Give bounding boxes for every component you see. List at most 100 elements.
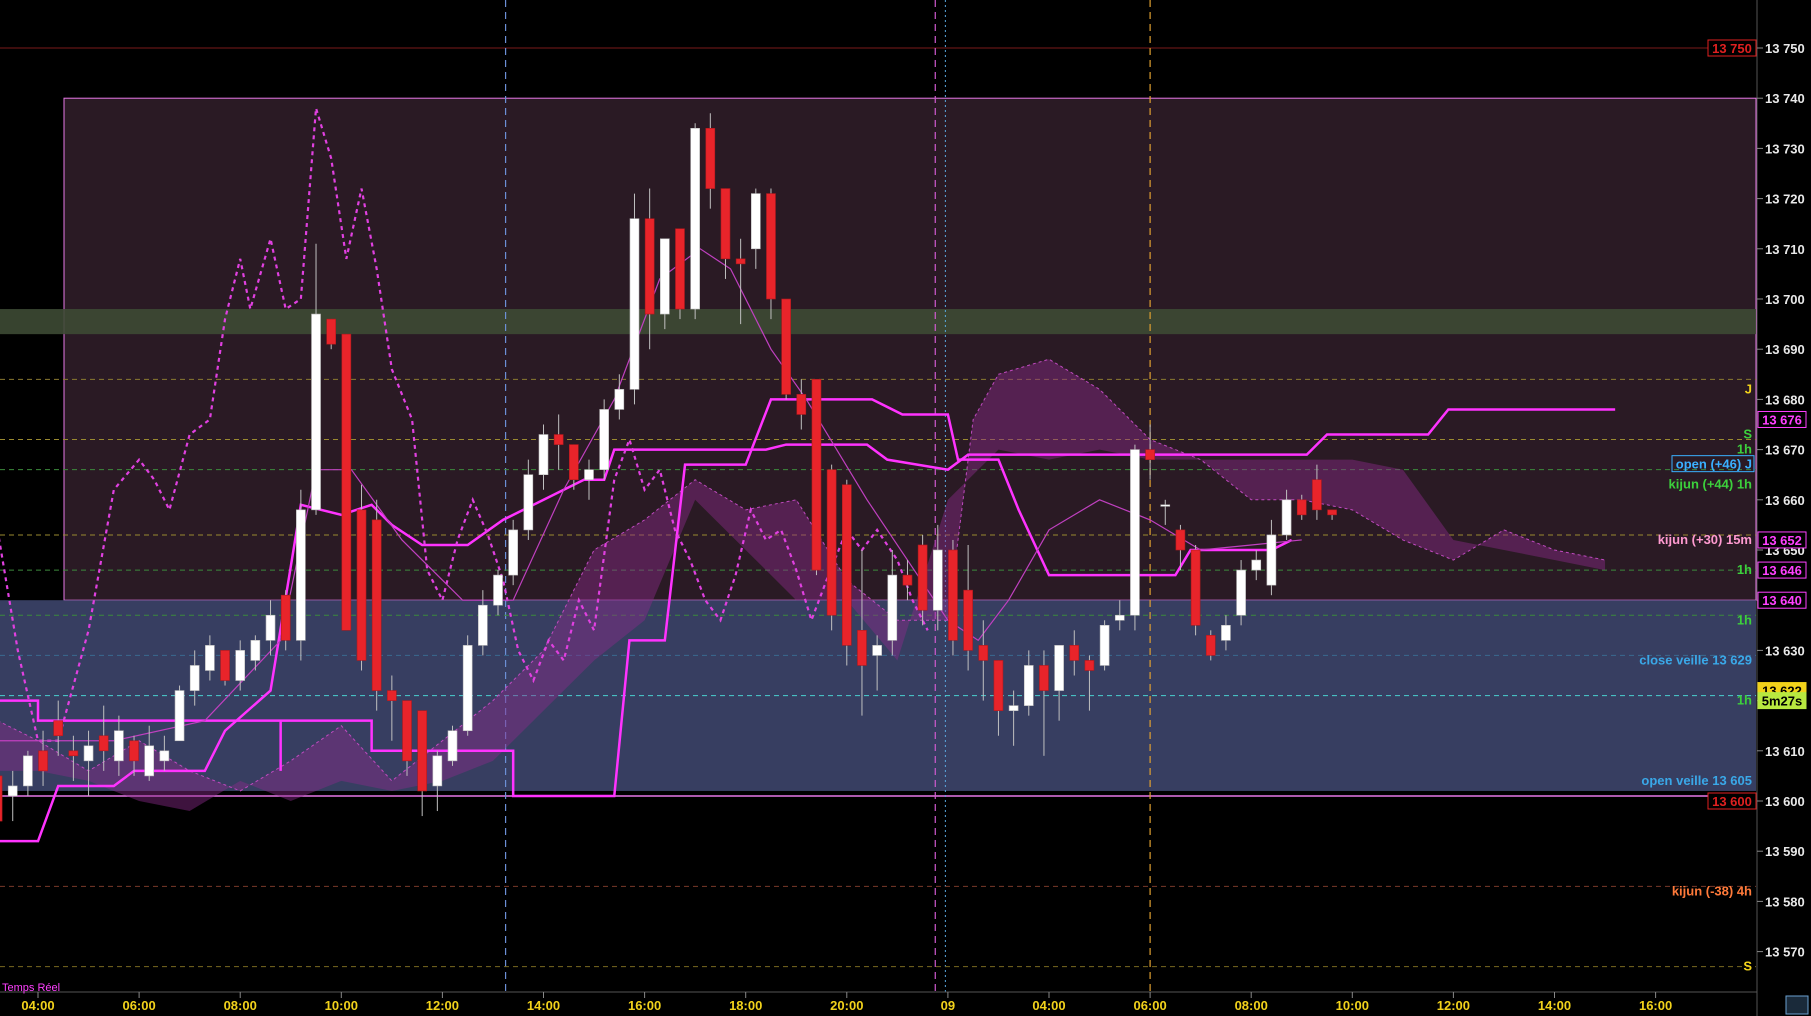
x-tick-label-14: 12:00 <box>1437 998 1470 1013</box>
candle-body-83 <box>1251 559 1262 571</box>
candle-body-47 <box>705 128 716 189</box>
candle-body-48 <box>720 188 731 260</box>
level-label-3: 1h <box>1737 562 1752 577</box>
price-tag-0: 13 750 <box>1712 41 1752 56</box>
candle-body-7 <box>98 735 109 752</box>
x-tick-label-11: 06:00 <box>1133 998 1166 1013</box>
candle-body-26 <box>387 690 397 701</box>
price-chart[interactable]: open (+46) J kijun (+44) 1h kijun (+30) 15… <box>0 0 1811 1016</box>
candle-body-38 <box>569 444 579 481</box>
x-tick-label-2: 08:00 <box>224 998 257 1013</box>
candle-body-6 <box>83 745 94 762</box>
candle-body-58 <box>872 645 882 656</box>
candle-body-51 <box>766 193 776 300</box>
candle-body-66 <box>993 660 1004 711</box>
candle-body-34 <box>508 529 518 576</box>
level-label-0: open (+46) J <box>1676 457 1752 472</box>
candle-body-78 <box>1175 529 1186 551</box>
candle-body-40 <box>599 409 609 470</box>
candle-body-72 <box>1084 660 1095 671</box>
scroll-button[interactable] <box>1785 995 1809 1015</box>
candle-body-71 <box>1069 645 1080 661</box>
candle-body-20 <box>296 509 306 641</box>
candle-body-77 <box>1160 504 1171 507</box>
candle-body-22 <box>326 318 336 345</box>
candle-body-86 <box>1296 499 1307 516</box>
x-tick-label-6: 16:00 <box>628 998 661 1013</box>
level-label-11: 1h <box>1737 442 1752 457</box>
candle-body-57 <box>857 630 867 666</box>
x-tick-label-8: 20:00 <box>830 998 863 1013</box>
candle-body-74 <box>1114 614 1125 621</box>
candle-body-87 <box>1312 479 1322 511</box>
x-tick-label-7: 18:00 <box>729 998 762 1013</box>
candle-body-63 <box>948 549 958 641</box>
candle-body-25 <box>371 519 382 691</box>
candle-body-3 <box>38 750 48 772</box>
x-tick-label-1: 06:00 <box>122 998 155 1013</box>
y-tick-label-2: 13 590 <box>1765 844 1805 859</box>
candle-body-52 <box>781 298 791 395</box>
candle-body-79 <box>1190 549 1201 626</box>
candle-body-67 <box>1008 705 1019 711</box>
x-tick-label-9: 09 <box>941 998 955 1013</box>
candle-body-70 <box>1054 645 1064 691</box>
candle-body-5 <box>68 750 79 757</box>
y-tick-label-4: 13 610 <box>1765 744 1805 759</box>
level-label-5: close veille 13 629 <box>1639 652 1752 667</box>
y-tick-label-0: 13 570 <box>1765 945 1805 960</box>
candle-body-30 <box>447 730 458 762</box>
y-tick-label-12: 13 690 <box>1765 342 1805 357</box>
y-tick-label-16: 13 730 <box>1765 141 1805 156</box>
y-tick-label-18: 13 750 <box>1765 41 1805 56</box>
candle-body-64 <box>963 589 973 651</box>
candle-body-33 <box>493 574 503 606</box>
level-label-4: 1h <box>1737 612 1752 627</box>
y-tick-label-17: 13 740 <box>1765 91 1805 106</box>
x-tick-label-16: 16:00 <box>1639 998 1672 1013</box>
x-tick-label-4: 12:00 <box>426 998 459 1013</box>
candle-body-43 <box>644 218 655 315</box>
level-label-8: kijun (-38) 4h <box>1672 883 1752 898</box>
candle-body-42 <box>629 218 640 390</box>
candle-body-55 <box>826 469 837 616</box>
candle-body-45 <box>675 228 685 310</box>
candle-body-69 <box>1039 665 1049 691</box>
y-tick-label-10: 13 670 <box>1765 443 1805 458</box>
candle-body-54 <box>811 379 822 571</box>
candle-body-81 <box>1221 624 1231 641</box>
candle-body-16 <box>235 650 245 681</box>
candle-body-61 <box>917 544 928 611</box>
candle-body-73 <box>1099 624 1110 666</box>
candle-body-44 <box>660 238 670 315</box>
price-tag-1: 13 676 <box>1762 412 1802 427</box>
y-tick-label-3: 13 600 <box>1765 794 1805 809</box>
level-label-1: kijun (+44) 1h <box>1669 477 1752 492</box>
candle-body-17 <box>250 640 261 661</box>
candle-body-82 <box>1236 569 1246 616</box>
candle-body-4 <box>53 720 64 737</box>
candle-body-14 <box>205 645 215 671</box>
candle-body-59 <box>887 574 898 641</box>
candle-body-21 <box>311 313 321 511</box>
y-tick-label-14: 13 710 <box>1765 242 1805 257</box>
status-realtime-label: Temps Réel <box>2 982 60 994</box>
candle-body-0 <box>0 775 3 822</box>
y-tick-label-6: 13 630 <box>1765 643 1805 658</box>
y-tick-label-9: 13 660 <box>1765 493 1805 508</box>
candle-body-85 <box>1281 499 1292 536</box>
candle-body-60 <box>902 574 913 586</box>
candle-body-24 <box>356 509 367 661</box>
candle-body-1 <box>7 785 18 797</box>
candle-body-65 <box>978 645 989 661</box>
x-tick-label-3: 10:00 <box>325 998 358 1013</box>
candle-body-10 <box>144 745 155 777</box>
y-tick-label-15: 13 720 <box>1765 192 1805 207</box>
price-tag-6: 13 600 <box>1712 794 1752 809</box>
candle-body-13 <box>189 665 200 691</box>
candle-body-23 <box>341 333 352 631</box>
candle-body-9 <box>129 740 139 762</box>
candle-body-88 <box>1327 509 1337 516</box>
y-tick-label-11: 13 680 <box>1765 392 1805 407</box>
y-tick-label-1: 13 580 <box>1765 894 1805 909</box>
